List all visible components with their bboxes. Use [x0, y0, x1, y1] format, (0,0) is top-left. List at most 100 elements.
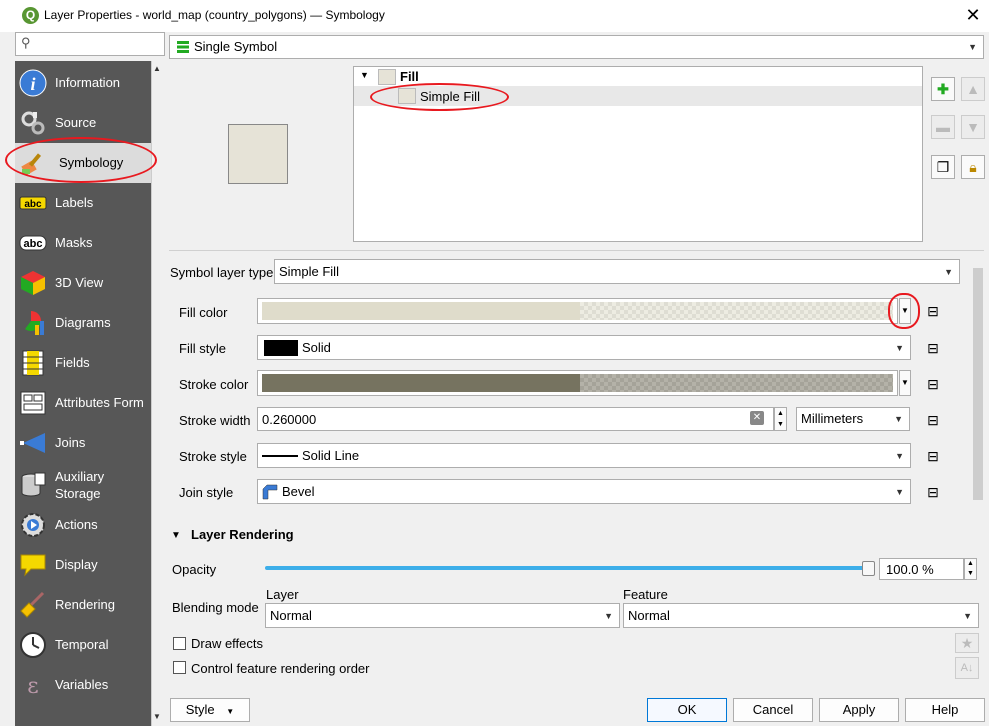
join-style-value: Bevel [282, 484, 315, 499]
draw-effects-label: Draw effects [191, 636, 264, 651]
remove-layer-button[interactable]: ▬ [931, 115, 955, 139]
sidebar-scrollbar[interactable] [151, 61, 165, 726]
move-down-button[interactable]: ▼ [961, 115, 985, 139]
single-symbol-icon [177, 41, 189, 53]
scroll-up-icon[interactable]: ▲ [153, 64, 161, 73]
sidebar-item-fields[interactable]: Fields [15, 343, 151, 383]
tree-root-label: Fill [400, 69, 419, 84]
opacity-input[interactable]: 100.0 % [879, 558, 964, 580]
sidebar-item-label: Source [55, 115, 97, 130]
sidebar-item-source[interactable]: Source [15, 103, 151, 143]
database-icon [21, 472, 46, 497]
fill-color-button[interactable] [257, 298, 898, 324]
stroke-color-alpha [580, 374, 893, 392]
effects-star-icon[interactable]: ★ [955, 633, 979, 653]
tree-row-simple-fill[interactable]: Simple Fill [354, 86, 922, 106]
sidebar-item-label: Diagrams [55, 315, 111, 330]
ok-button[interactable]: OK [647, 698, 727, 722]
renderer-value: Single Symbol [194, 39, 278, 54]
tree-row-fill[interactable]: ▼ Fill [354, 67, 922, 87]
fill-color-dropdown[interactable]: ▼ [899, 298, 911, 324]
sidebar-item-label: Information [55, 75, 121, 90]
sidebar-item-temporal[interactable]: Temporal [15, 625, 151, 665]
layer-rendering-title[interactable]: Layer Rendering [191, 527, 294, 542]
opacity-stepper[interactable]: ▲ ▼ [964, 558, 977, 580]
opacity-slider[interactable] [265, 566, 870, 570]
form-scrollbar-thumb[interactable] [973, 268, 983, 500]
sidebar-item-labels[interactable]: abc Labels [15, 183, 151, 223]
sidebar-item-label: Temporal [55, 637, 109, 652]
feature-blend-select[interactable]: Normal ▼ [623, 603, 979, 628]
chevron-down-icon: ▼ [963, 611, 972, 621]
expand-icon[interactable]: ▼ [360, 70, 369, 80]
stroke-width-stepper[interactable]: ▲ ▼ [774, 407, 787, 431]
sidebar-item-auxiliary-storage[interactable]: Auxiliary Storage [15, 463, 151, 507]
collapse-icon[interactable]: ▼ [171, 530, 181, 541]
scroll-down-icon[interactable]: ▼ [153, 712, 161, 721]
stroke-style-select[interactable]: Solid Line ▼ [257, 443, 911, 468]
data-defined-override-icon[interactable]: ⊟ [920, 373, 946, 395]
sidebar-item-masks[interactable]: abc Masks [15, 223, 151, 263]
add-layer-button[interactable]: ✚ [931, 77, 955, 101]
move-up-button[interactable]: ▲ [961, 77, 985, 101]
actions-icon [21, 513, 45, 537]
search-input[interactable]: ⚲ [15, 32, 165, 56]
data-defined-override-icon[interactable]: ⊟ [920, 409, 946, 431]
fill-style-select[interactable]: Solid ▼ [257, 335, 911, 360]
data-defined-override-icon[interactable]: ⊟ [920, 337, 946, 359]
symbol-layer-tree[interactable]: ▼ Fill Simple Fill [353, 66, 923, 242]
sidebar-item-label: Labels [55, 195, 94, 210]
opacity-slider-handle[interactable] [862, 561, 875, 576]
sidebar-item-label: Attributes Form [55, 395, 144, 410]
info-icon: i [19, 69, 47, 97]
stroke-color-button[interactable] [257, 370, 898, 396]
sidebar-item-joins[interactable]: Joins [15, 423, 151, 463]
sidebar-item-actions[interactable]: Actions [15, 505, 151, 545]
stroke-style-label: Stroke style [179, 449, 247, 464]
join-style-select[interactable]: Bevel ▼ [257, 479, 911, 504]
stroke-width-input[interactable]: 0.260000 ✕ [257, 407, 774, 431]
sort-order-icon[interactable]: A↓ [955, 657, 979, 679]
sidebar-item-information[interactable]: i Information [15, 63, 151, 103]
cube-icon [21, 271, 45, 295]
sidebar-item-variables[interactable]: ε Variables [15, 665, 151, 705]
stroke-width-unit-select[interactable]: Millimeters ▼ [796, 407, 910, 431]
style-menu-button[interactable]: Style ▼ [170, 698, 250, 722]
symbol-layer-type-select[interactable]: Simple Fill ▼ [274, 259, 960, 284]
layer-blend-select[interactable]: Normal ▼ [265, 603, 620, 628]
close-icon[interactable]: ✕ [962, 4, 984, 26]
cancel-button[interactable]: Cancel [733, 698, 813, 722]
draw-effects-checkbox[interactable] [173, 637, 186, 650]
chevron-down-icon: ▼ [226, 707, 235, 716]
stroke-style-value: Solid Line [302, 448, 360, 463]
storage-line: Storage [55, 486, 101, 501]
fill-style-value: Solid [302, 340, 331, 355]
data-defined-override-icon[interactable]: ⊟ [920, 481, 946, 503]
lock-icon[interactable]: 🔒︎ [961, 155, 985, 179]
help-button[interactable]: Help [905, 698, 985, 722]
data-defined-override-icon[interactable]: ⊟ [920, 445, 946, 467]
sidebar-item-diagrams[interactable]: Diagrams [15, 303, 151, 343]
bevel-join-icon [262, 484, 278, 500]
duplicate-layer-button[interactable]: ❐ [931, 155, 955, 179]
data-defined-override-icon[interactable]: ⊟ [920, 300, 946, 322]
fill-style-label: Fill style [179, 341, 226, 356]
sidebar-item-symbology[interactable]: Symbology [15, 143, 151, 183]
solid-line-icon [262, 455, 298, 457]
form-icon [20, 391, 46, 415]
sidebar-item-label: Actions [55, 517, 98, 532]
auxiliary-line: Auxiliary [55, 469, 105, 484]
sidebar-item-rendering[interactable]: Rendering [15, 585, 151, 625]
stroke-width-unit-value: Millimeters [801, 411, 864, 426]
symbol-preview [228, 124, 288, 184]
clear-icon[interactable]: ✕ [750, 411, 764, 425]
control-order-checkbox[interactable] [173, 661, 186, 674]
sidebar-item-label: Auxiliary Storage [55, 468, 104, 508]
fields-icon [22, 350, 44, 376]
sidebar-item-3d-view[interactable]: 3D View [15, 263, 151, 303]
sidebar-item-display[interactable]: Display [15, 545, 151, 585]
sidebar-item-attributes-form[interactable]: Attributes Form [15, 383, 151, 423]
renderer-select[interactable]: Single Symbol ▼ [169, 35, 984, 59]
apply-button[interactable]: Apply [819, 698, 899, 722]
stroke-color-dropdown[interactable]: ▼ [899, 370, 911, 396]
